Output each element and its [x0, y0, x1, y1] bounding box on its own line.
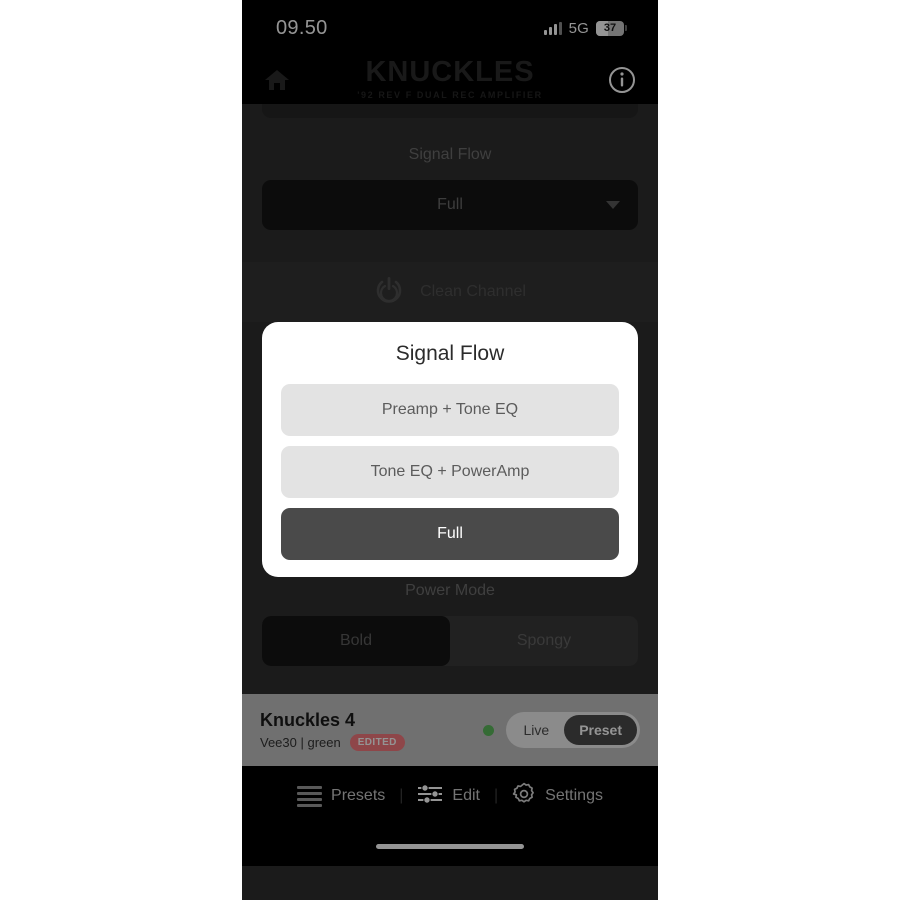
screenshot-canvas: 09.50 5G 37 KNUCKLES '92 REV F DUAL REC …: [0, 0, 900, 900]
signal-flow-dialog: Signal Flow Preamp + Tone EQ Tone EQ + P…: [262, 322, 638, 577]
phone-screen: 09.50 5G 37 KNUCKLES '92 REV F DUAL REC …: [242, 0, 658, 900]
dialog-option-preamp-tone-eq[interactable]: Preamp + Tone EQ: [281, 384, 619, 436]
dialog-option-full[interactable]: Full: [281, 508, 619, 560]
dialog-option-tone-eq-poweramp[interactable]: Tone EQ + PowerAmp: [281, 446, 619, 498]
dialog-title: Signal Flow: [395, 342, 505, 365]
